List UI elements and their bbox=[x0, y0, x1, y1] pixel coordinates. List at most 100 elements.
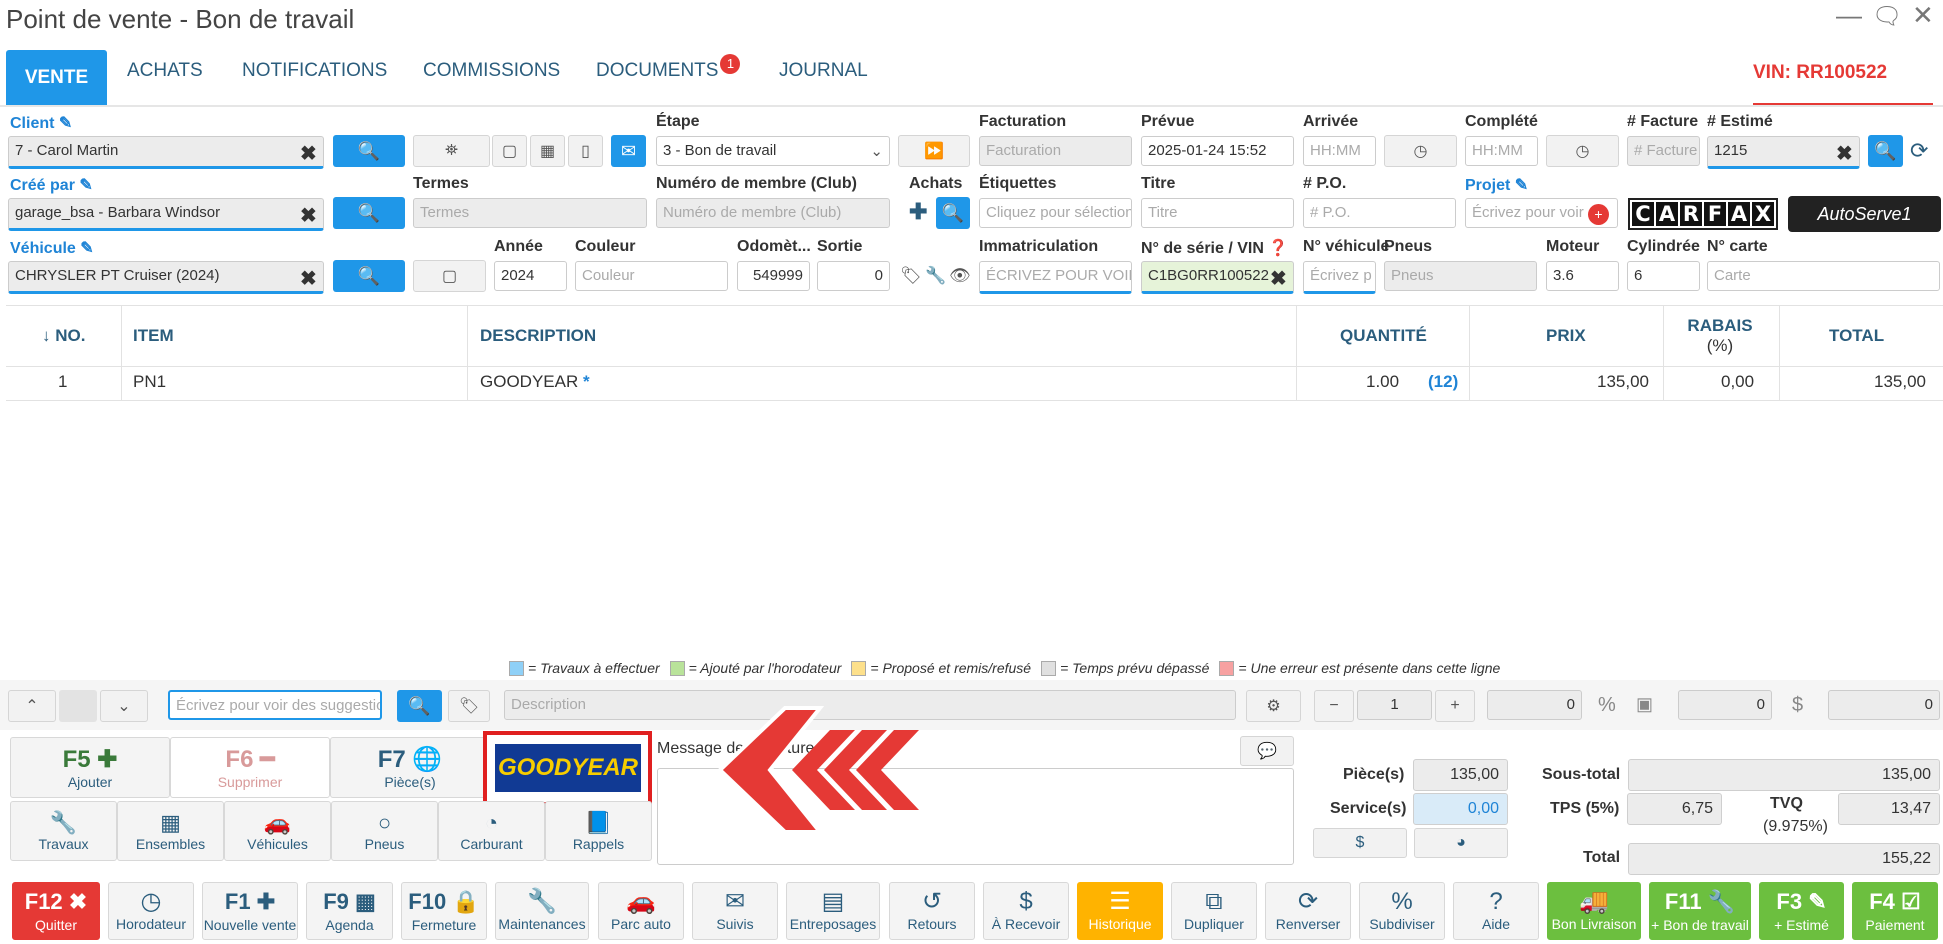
dollar-icon[interactable]: $ bbox=[1792, 694, 1803, 717]
f7-parts-button[interactable]: F7 🌐 Pièce(s) bbox=[330, 737, 490, 798]
complete-field[interactable]: HH:MM bbox=[1465, 136, 1538, 166]
complete-clock-button[interactable]: ◷ bbox=[1546, 135, 1619, 167]
f1-new-sale-button[interactable]: F1 ✚ Nouvelle vente bbox=[202, 882, 298, 940]
col-prix[interactable]: PRIX bbox=[1546, 305, 1586, 367]
sortie-field[interactable]: 0 bbox=[817, 261, 890, 291]
wrench-icon[interactable]: 🔧 bbox=[925, 266, 946, 286]
po-field[interactable]: # P.O. bbox=[1303, 198, 1456, 228]
tab-vente[interactable]: VENTE bbox=[6, 50, 107, 106]
f6-delete-button[interactable]: F6 ━ Supprimer bbox=[170, 737, 330, 798]
carte-field[interactable]: Carte bbox=[1707, 261, 1940, 291]
parc-auto-button[interactable]: 🚗 Parc auto bbox=[598, 882, 684, 940]
next-step-button[interactable]: ⏩ bbox=[898, 135, 970, 167]
settings-button[interactable]: ⚙ bbox=[1246, 690, 1301, 722]
eye-icon[interactable]: 👁 bbox=[949, 266, 971, 286]
value-input-1[interactable]: 0 bbox=[1487, 690, 1582, 720]
moteur-field[interactable]: 3.6 bbox=[1546, 261, 1619, 291]
achats-search-button[interactable]: 🔍 bbox=[936, 197, 970, 229]
vehicule-label[interactable]: Véhicule ✎ bbox=[10, 238, 94, 258]
col-quantite[interactable]: QUANTITÉ bbox=[1340, 305, 1427, 367]
service-total[interactable]: 0,00 bbox=[1413, 793, 1508, 825]
line-index[interactable] bbox=[59, 690, 97, 722]
renverser-button[interactable]: ⟳ Renverser bbox=[1265, 882, 1351, 940]
client-label[interactable]: Client ✎ bbox=[10, 113, 72, 133]
note-button[interactable]: ▢ bbox=[492, 135, 527, 167]
cylindree-field[interactable]: 6 bbox=[1627, 261, 1700, 291]
f5-add-button[interactable]: F5 ✚ Ajouter bbox=[10, 737, 170, 798]
estime-search-button[interactable]: 🔍 bbox=[1868, 135, 1903, 167]
client-field[interactable]: 7 - Carol Martin bbox=[8, 136, 324, 169]
pneus-field[interactable]: Pneus bbox=[1384, 261, 1537, 291]
autoserve-logo[interactable]: AutoServe1 bbox=[1788, 196, 1941, 232]
f10-close-button[interactable]: F10 🔒 Fermeture bbox=[401, 882, 487, 940]
clear-vehicule-icon[interactable]: ✖ bbox=[300, 266, 317, 291]
tab-vin[interactable]: VIN: RR100522 bbox=[1753, 62, 1887, 84]
annee-field[interactable]: 2024 bbox=[494, 261, 567, 291]
facture-field[interactable]: # Facture bbox=[1627, 136, 1700, 166]
help-icon[interactable]: ❓ bbox=[1268, 240, 1288, 257]
col-description[interactable]: DESCRIPTION bbox=[480, 305, 596, 367]
f9-agenda-button[interactable]: F9 ▦ Agenda bbox=[306, 882, 393, 940]
arrivee-clock-button[interactable]: ◷ bbox=[1384, 135, 1457, 167]
titre-field[interactable]: Titre bbox=[1141, 198, 1294, 228]
maintenances-button[interactable]: 🔧 Maintenances bbox=[495, 882, 589, 940]
f3-estimate-button[interactable]: F3 ✎ + Estimé bbox=[1759, 882, 1844, 940]
move-up-button[interactable]: ⌃ bbox=[8, 690, 56, 722]
clear-cree-icon[interactable]: ✖ bbox=[300, 203, 317, 228]
horodateur-button[interactable]: ◷ Horodateur bbox=[108, 882, 194, 940]
etape-select[interactable]: 3 - Bon de travail ⌄ bbox=[656, 136, 890, 166]
tag-icon[interactable]: 🏷 bbox=[900, 266, 922, 286]
refresh-icon[interactable]: ⟳ bbox=[1910, 138, 1928, 164]
prevue-field[interactable]: 2025-01-24 15:52 bbox=[1141, 136, 1294, 166]
clear-estime-icon[interactable]: ✖ bbox=[1836, 141, 1853, 166]
vehicule-field[interactable]: CHRYSLER PT Cruiser (2024) bbox=[8, 261, 324, 294]
suivis-button[interactable]: ✉ Suivis bbox=[692, 882, 778, 940]
couleur-field[interactable]: Couleur bbox=[575, 261, 728, 291]
value-input-2[interactable]: 0 bbox=[1678, 690, 1772, 720]
f11-work-order-button[interactable]: F11 🔧 + Bon de travail bbox=[1649, 882, 1751, 940]
carfax-logo[interactable]: CARFAX bbox=[1628, 198, 1778, 230]
item-search-input[interactable]: Écrivez pour voir des suggestions bbox=[168, 690, 382, 720]
quantity-input[interactable]: 1 bbox=[1357, 690, 1432, 720]
decrement-button[interactable]: − bbox=[1314, 690, 1354, 722]
tab-notifications[interactable]: NOTIFICATIONS bbox=[242, 60, 387, 82]
close-icon[interactable]: ✕ bbox=[1912, 0, 1934, 31]
dupliquer-button[interactable]: ⧉ Dupliquer bbox=[1171, 882, 1257, 940]
carburant-button[interactable]: ◔ Carburant bbox=[438, 801, 545, 861]
projet-add-icon[interactable]: + bbox=[1588, 204, 1609, 225]
clear-client-icon[interactable]: ✖ bbox=[300, 141, 317, 166]
bon-livraison-button[interactable]: 🚚 Bon Livraison bbox=[1547, 882, 1641, 940]
cree-search-button[interactable]: 🔍 bbox=[333, 197, 405, 229]
minimize-icon[interactable]: — bbox=[1836, 0, 1862, 31]
f12-quit-button[interactable]: F12 ✖ Quitter bbox=[12, 882, 100, 940]
f4-payment-button[interactable]: F4 ☑ Paiement bbox=[1852, 882, 1938, 940]
increment-button[interactable]: + bbox=[1435, 690, 1475, 722]
dollar-button[interactable]: $ bbox=[1313, 828, 1407, 858]
chat-icon[interactable]: 🗨 bbox=[1872, 2, 1902, 31]
ensembles-button[interactable]: ▦ Ensembles bbox=[117, 801, 224, 861]
percent-icon[interactable]: % bbox=[1598, 694, 1616, 717]
row-stock-link[interactable]: (12) bbox=[1428, 372, 1458, 392]
cree-label[interactable]: Créé par ✎ bbox=[10, 175, 93, 195]
a-recevoir-button[interactable]: $ À Recevoir bbox=[983, 882, 1069, 940]
retours-button[interactable]: ↺ Retours bbox=[889, 882, 975, 940]
move-down-button[interactable]: ⌄ bbox=[100, 690, 148, 722]
etiquettes-select[interactable]: Cliquez pour sélectionner bbox=[979, 198, 1132, 228]
money-icon[interactable]: ▣ bbox=[1636, 694, 1653, 715]
subdiviser-button[interactable]: % Subdiviser bbox=[1359, 882, 1445, 940]
membre-field[interactable]: Numéro de membre (Club) bbox=[656, 198, 890, 228]
projet-label[interactable]: Projet ✎ bbox=[1465, 175, 1528, 195]
add-achat-icon[interactable]: ✚ bbox=[909, 199, 927, 225]
facturation-field[interactable]: Facturation bbox=[979, 136, 1132, 166]
entreposages-button[interactable]: ▤ Entreposages bbox=[786, 882, 880, 940]
tag-button[interactable]: 🏷 bbox=[448, 690, 490, 722]
vehicules-button[interactable]: 🚗 Véhicules bbox=[224, 801, 331, 861]
tab-journal[interactable]: JOURNAL bbox=[779, 60, 868, 82]
tab-achats[interactable]: ACHATS bbox=[127, 60, 203, 82]
pneus-button[interactable]: ○ Pneus bbox=[331, 801, 438, 861]
aide-button[interactable]: ? Aide bbox=[1453, 882, 1539, 940]
tab-documents[interactable]: DOCUMENTS 1 bbox=[596, 54, 741, 82]
arrivee-field[interactable]: HH:MM bbox=[1303, 136, 1376, 166]
rappels-button[interactable]: 📘 Rappels bbox=[545, 801, 652, 861]
vehicule-note-button[interactable]: ▢ bbox=[413, 260, 486, 292]
